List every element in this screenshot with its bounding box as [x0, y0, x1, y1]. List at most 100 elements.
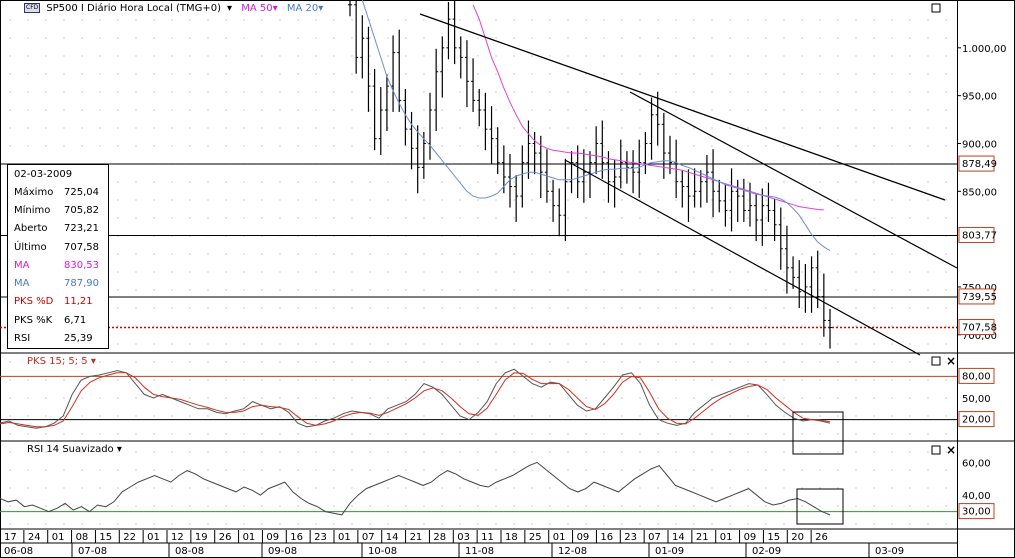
- grid-dot: [549, 379, 551, 381]
- grid-dot: [603, 253, 605, 255]
- symbol-title[interactable]: SP500 I Diário Hora Local (TMG+0): [46, 3, 221, 14]
- grid-dot: [423, 325, 425, 327]
- grid-dot: [567, 469, 569, 471]
- grid-dot: [765, 145, 767, 147]
- grid-dot: [171, 343, 173, 345]
- grid-dot: [927, 145, 929, 147]
- grid-dot: [765, 397, 767, 399]
- grid-dot: [117, 109, 119, 111]
- grid-dot: [117, 379, 119, 381]
- grid-dot: [855, 379, 857, 381]
- grid-dot: [45, 73, 47, 75]
- grid-dot: [945, 505, 947, 507]
- grid-dot: [927, 361, 929, 363]
- grid-dot: [207, 145, 209, 147]
- grid-dot: [495, 307, 497, 309]
- grid-dot: [243, 325, 245, 327]
- grid-dots: [9, 19, 947, 525]
- rsi-panel[interactable]: [0, 461, 957, 525]
- grid-dot: [405, 145, 407, 147]
- grid-dot: [315, 217, 317, 219]
- stochastic-title[interactable]: PKS 15; 5; 5 ▾: [27, 356, 96, 367]
- grid-dot: [603, 73, 605, 75]
- price-panel[interactable]: [0, 0, 958, 356]
- grid-dot: [945, 397, 947, 399]
- grid-dot: [585, 397, 587, 399]
- grid-dot: [135, 199, 137, 201]
- info-date: 02-03-2009: [14, 168, 73, 180]
- dropdown-icon[interactable]: ▾: [273, 3, 278, 14]
- grid-dot: [459, 397, 461, 399]
- grid-dot: [873, 451, 875, 453]
- maximize-button[interactable]: [931, 3, 941, 13]
- grid-dot: [513, 181, 515, 183]
- grid-dot: [585, 55, 587, 57]
- close-button[interactable]: ×: [946, 443, 956, 457]
- dropdown-icon[interactable]: ▾: [227, 3, 232, 14]
- grid-dot: [909, 127, 911, 129]
- grid-dot: [153, 145, 155, 147]
- grid-dot: [99, 523, 101, 525]
- grid-dot: [801, 37, 803, 39]
- grid-dot: [279, 199, 281, 201]
- grid-dot: [495, 343, 497, 345]
- grid-dot: [639, 127, 641, 129]
- grid-dot: [207, 469, 209, 471]
- grid-dot: [225, 361, 227, 363]
- dropdown-icon[interactable]: ▾: [318, 3, 323, 14]
- grid-dot: [585, 91, 587, 93]
- grid-dot: [441, 361, 443, 363]
- grid-dot: [297, 109, 299, 111]
- grid-dot: [387, 271, 389, 273]
- grid-dot: [927, 325, 929, 327]
- close-button[interactable]: ×: [946, 354, 956, 368]
- grid-dot: [873, 55, 875, 57]
- grid-dot: [891, 415, 893, 417]
- grid-dot: [333, 199, 335, 201]
- grid-dot: [747, 181, 749, 183]
- maximize-button[interactable]: [931, 445, 941, 455]
- grid-dot: [837, 397, 839, 399]
- grid-dot: [477, 271, 479, 273]
- grid-dot: [513, 451, 515, 453]
- grid-dot: [639, 397, 641, 399]
- grid-dot: [63, 73, 65, 75]
- maximize-button[interactable]: [931, 356, 941, 366]
- panel-controls[interactable]: ××: [931, 3, 956, 457]
- grid-dot: [153, 253, 155, 255]
- grid-dot: [567, 523, 569, 525]
- grid-dot: [549, 127, 551, 129]
- grid-dot: [801, 73, 803, 75]
- grid-dot: [945, 415, 947, 417]
- grid-dot: [603, 361, 605, 363]
- chart-canvas: 1.000,00950,00900,00850,00750,00700,0087…: [0, 0, 1015, 558]
- ma20-label[interactable]: MA 20: [287, 3, 318, 14]
- x-day-label: 24: [28, 532, 41, 543]
- grid-dot: [81, 145, 83, 147]
- x-month-label: 03-09: [875, 546, 904, 557]
- grid-dot: [855, 505, 857, 507]
- grid-dot: [315, 289, 317, 291]
- ma50-label[interactable]: MA 50: [241, 3, 272, 14]
- grid-dot: [45, 469, 47, 471]
- grid-dot: [621, 271, 623, 273]
- grid-dot: [477, 487, 479, 489]
- x-day-label: 14: [672, 532, 685, 543]
- grid-dot: [279, 73, 281, 75]
- grid-dot: [657, 307, 659, 309]
- grid-dot: [819, 127, 821, 129]
- grid-dot: [495, 487, 497, 489]
- grid-dot: [585, 37, 587, 39]
- grid-dot: [63, 505, 65, 507]
- grid-dot: [495, 397, 497, 399]
- grid-dot: [9, 55, 11, 57]
- rsi-title[interactable]: RSI 14 Suavizado ▾: [27, 444, 122, 455]
- grid-dot: [585, 505, 587, 507]
- grid-dot: [855, 307, 857, 309]
- grid-dot: [225, 307, 227, 309]
- grid-dot: [873, 37, 875, 39]
- grid-dot: [765, 217, 767, 219]
- x-month-label: 09-08: [268, 546, 297, 557]
- grid-dot: [135, 397, 137, 399]
- grid-dot: [855, 271, 857, 273]
